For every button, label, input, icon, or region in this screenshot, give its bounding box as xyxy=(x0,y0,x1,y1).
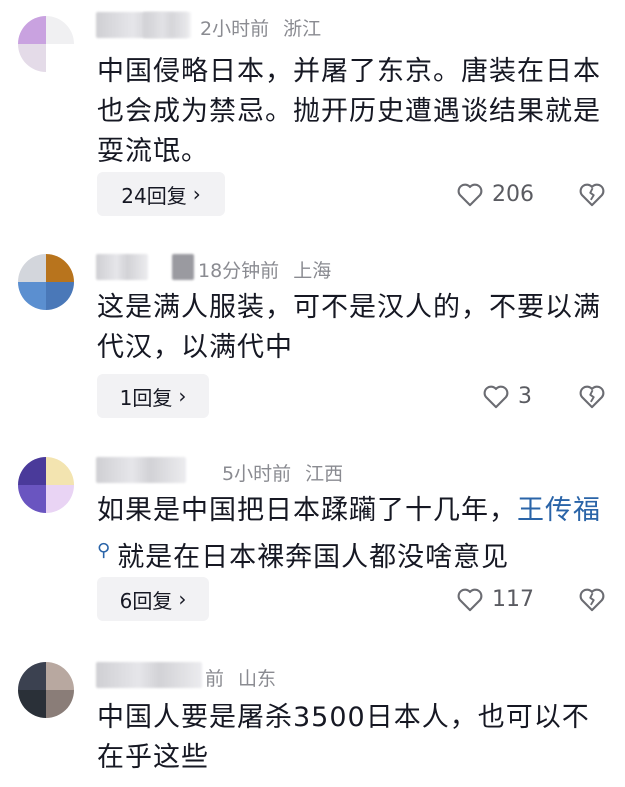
comment-meta: 2小时前 浙江 xyxy=(200,14,321,41)
heart-outline-icon xyxy=(457,588,483,612)
comment-text-after-link: 就是在日本裸奔国人都没啥意见 xyxy=(117,542,510,573)
heart-outline-icon xyxy=(483,385,509,409)
comment-location: 上海 xyxy=(293,260,332,282)
blurred-username-tail xyxy=(172,254,194,280)
like-count: 3 xyxy=(518,383,532,409)
reply-label: 24回复 xyxy=(121,183,187,208)
comment-location: 浙江 xyxy=(283,18,322,40)
like-count: 117 xyxy=(492,586,534,612)
comment-text: 中国侵略日本，并屠了东京。唐装在日本也会成为禁忌。抛开历史遭遇谈结果就是耍流氓。 xyxy=(97,56,601,167)
dislike-button[interactable] xyxy=(577,577,607,621)
comment-meta: 18分钟前 上海 xyxy=(198,256,331,283)
like-button[interactable]: 3 xyxy=(482,374,532,418)
comment-meta: 前山东 xyxy=(205,664,276,691)
comment-meta: 5小时前 江西 xyxy=(222,459,343,486)
comment-time: 18分钟前 xyxy=(198,260,280,282)
comment-text: 这是满人服装，可不是汉人的，不要以满代汉，以满代中 xyxy=(97,292,601,363)
broken-heart-icon xyxy=(579,385,605,409)
heart-outline-icon xyxy=(457,183,483,207)
chevron-right-icon: › xyxy=(192,182,201,206)
avatar[interactable] xyxy=(18,457,74,513)
avatar[interactable] xyxy=(18,16,74,72)
comment-text-before-link: 如果是中国把日本蹂躏了十几年， xyxy=(97,495,517,526)
like-button[interactable]: 206 xyxy=(456,172,534,216)
chevron-right-icon: › xyxy=(178,587,187,611)
blurred-username[interactable] xyxy=(96,254,148,280)
like-count: 206 xyxy=(492,181,534,207)
dislike-button[interactable] xyxy=(577,172,607,216)
blurred-username-tail xyxy=(143,12,191,38)
mention-link[interactable]: 王传福 xyxy=(517,495,601,526)
comment-location: 江西 xyxy=(305,463,344,485)
broken-heart-icon xyxy=(579,183,605,207)
comment-text: 中国人要是屠杀3500日本人，也可以不在乎这些 xyxy=(97,702,590,773)
broken-heart-icon xyxy=(579,588,605,612)
blurred-username[interactable] xyxy=(96,662,202,688)
avatar[interactable] xyxy=(18,254,74,310)
comment-location: 山东 xyxy=(238,668,277,690)
comment-time: 5小时前 xyxy=(222,463,292,485)
reply-label: 6回复 xyxy=(119,588,173,613)
reply-button[interactable]: 1回复 › xyxy=(97,374,209,418)
avatar[interactable] xyxy=(18,662,74,718)
comment-time: 2小时前 xyxy=(200,18,270,40)
search-icon[interactable]: ⚲ xyxy=(97,540,111,561)
dislike-button[interactable] xyxy=(577,374,607,418)
reply-button[interactable]: 6回复 › xyxy=(97,577,209,621)
reply-label: 1回复 xyxy=(119,385,173,410)
chevron-right-icon: › xyxy=(178,384,187,408)
like-button[interactable]: 117 xyxy=(456,577,534,621)
reply-button[interactable]: 24回复 › xyxy=(97,172,225,216)
blurred-username[interactable] xyxy=(96,457,186,483)
comment-text: 如果是中国把日本蹂躏了十几年，王传福 ⚲ 就是在日本裸奔国人都没啥意见 xyxy=(97,491,607,578)
comment-time: 前 xyxy=(205,668,225,690)
